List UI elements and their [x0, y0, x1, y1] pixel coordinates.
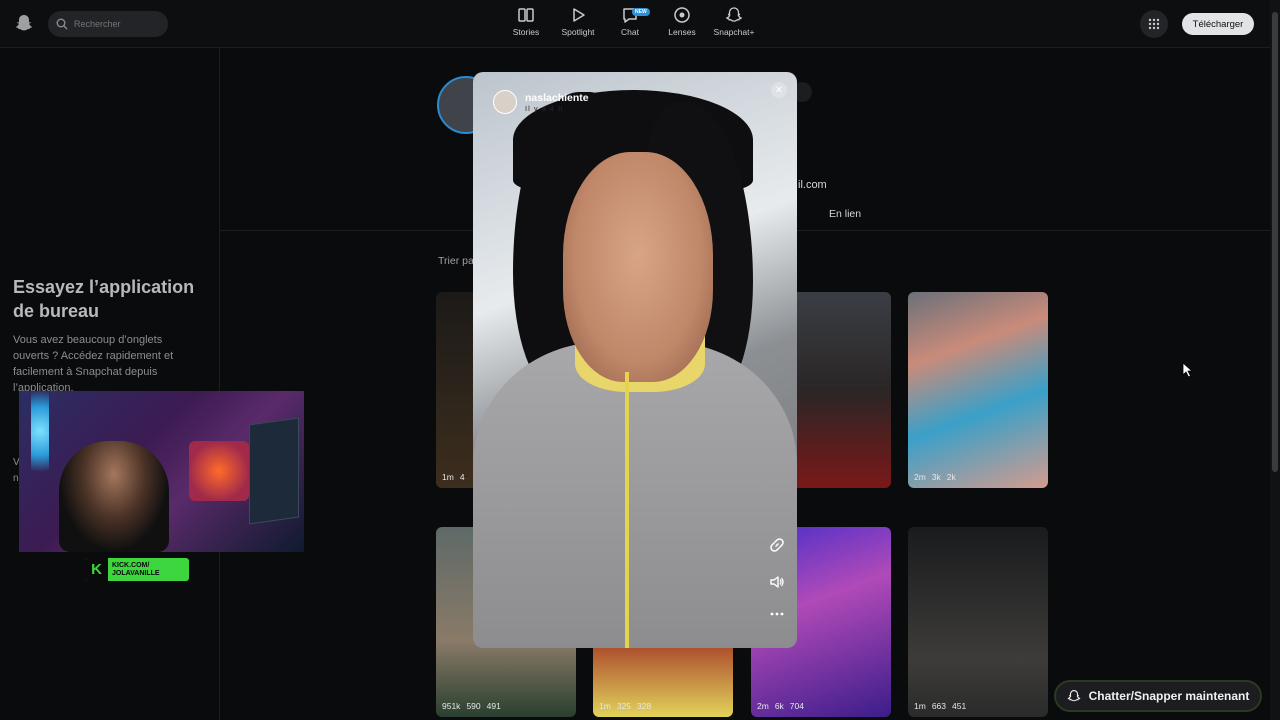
comments-count: 491 — [486, 701, 501, 711]
mouse-cursor-icon — [1182, 362, 1194, 378]
shares-count: 590 — [466, 701, 481, 711]
story-header: naslachiente Il y a 4 h — [493, 90, 589, 114]
search-input[interactable] — [74, 19, 154, 29]
main-nav: Stories Spotlight NEW Chat Lenses Snapch… — [500, 6, 760, 37]
kick-logo-icon: K — [85, 558, 108, 581]
comments-count: 704 — [789, 701, 804, 711]
views-count: 951k — [442, 701, 461, 711]
sort-label[interactable]: Trier pa — [438, 255, 474, 267]
snapchat-ghost-logo-icon[interactable] — [14, 13, 34, 33]
close-icon[interactable]: ✕ — [771, 82, 787, 98]
shares-count: 663 — [931, 701, 946, 711]
tab-linked[interactable]: En lien — [829, 208, 861, 220]
play-icon — [573, 8, 585, 22]
nav-lenses[interactable]: Lenses — [656, 6, 708, 37]
video-subject-face — [563, 152, 713, 382]
monitor — [249, 417, 299, 525]
search-icon — [56, 18, 68, 30]
shares-count: 6k — [774, 701, 784, 711]
ghost-icon — [1067, 690, 1081, 702]
nav-chat-label: Chat — [621, 27, 639, 37]
story-author-avatar[interactable] — [493, 90, 517, 114]
tile-stats: 1m 4 — [442, 472, 465, 482]
new-badge: NEW — [632, 8, 650, 16]
kick-banner: K KICK.COM/JOLAVANILLE — [85, 558, 189, 581]
link-icon[interactable] — [767, 535, 787, 555]
nav-snapchat-plus-label: Snapchat+ — [713, 27, 755, 37]
comments-count: 328 — [637, 701, 652, 711]
views-count: 1m — [442, 472, 454, 482]
stories-icon — [518, 8, 534, 22]
nav-stories-label: Stories — [512, 27, 540, 37]
nav-chat[interactable]: NEW Chat — [604, 6, 656, 37]
comments-count: 451 — [952, 701, 967, 711]
search-bar[interactable] — [48, 11, 168, 37]
tile-stats: 2m 6k 704 — [757, 701, 804, 711]
tile-stats: 1m 663 451 — [914, 701, 966, 711]
more-options-icon[interactable] — [767, 604, 787, 624]
shares-count: 4 — [459, 472, 465, 482]
streamer — [59, 441, 169, 552]
promo-text: Vous avez beaucoup d’onglets ouverts ? A… — [13, 334, 174, 394]
kick-text: KICK.COM/JOLAVANILLE — [108, 562, 160, 578]
promo-title: Essayez l’application de bureau — [13, 277, 195, 321]
views-count: 1m — [914, 701, 926, 711]
chat-now-label: Chatter/Snapper maintenant — [1088, 689, 1250, 703]
webcam-overlay — [19, 391, 304, 552]
story-timestamp: Il y a 4 h — [525, 103, 564, 113]
scrollbar-thumb[interactable] — [1272, 12, 1278, 472]
story-tile[interactable]: 2m 3k 2k — [908, 292, 1048, 488]
ghost-icon — [725, 7, 743, 22]
nav-stories[interactable]: Stories — [500, 6, 552, 37]
shares-count: 3k — [931, 472, 941, 482]
grid-icon — [1148, 18, 1160, 30]
chat-now-button[interactable]: Chatter/Snapper maintenant — [1054, 680, 1262, 712]
nav-spotlight-label: Spotlight — [561, 27, 595, 37]
story-viewer-modal[interactable]: naslachiente Il y a 4 h ✕ — [473, 72, 797, 648]
light-strip — [31, 391, 49, 471]
story-author-name[interactable]: naslachiente — [525, 92, 589, 104]
views-count: 1m — [599, 701, 611, 711]
kick-line2: JOLAVANILLE — [112, 569, 160, 577]
top-bar: Stories Spotlight NEW Chat Lenses Snapch… — [0, 0, 1270, 48]
lenses-icon — [674, 7, 690, 23]
snapchat-web-app: Stories Spotlight NEW Chat Lenses Snapch… — [0, 0, 1280, 720]
download-button[interactable]: Télécharger — [1182, 13, 1254, 35]
pc-lights — [189, 441, 249, 501]
speaker-icon[interactable] — [767, 572, 787, 592]
story-tile[interactable]: 1m 663 451 — [908, 527, 1048, 717]
kick-line1: KICK.COM/ — [112, 561, 150, 569]
nav-snapchat-plus[interactable]: Snapchat+ — [708, 6, 760, 37]
shares-count: 325 — [616, 701, 631, 711]
apps-grid-button[interactable] — [1140, 10, 1168, 38]
nav-spotlight[interactable]: Spotlight — [552, 6, 604, 37]
video-subject-zipper — [625, 372, 629, 648]
profile-email[interactable]: il.com — [798, 179, 827, 191]
views-count: 2m — [914, 472, 926, 482]
nav-lenses-label: Lenses — [668, 27, 696, 37]
views-count: 2m — [757, 701, 769, 711]
comments-count: 2k — [946, 472, 956, 482]
tile-stats: 1m 325 328 — [599, 701, 651, 711]
tile-stats: 951k 590 491 — [442, 701, 501, 711]
tile-stats: 2m 3k 2k — [914, 472, 956, 482]
promo-fragment-line2: n — [13, 473, 19, 484]
